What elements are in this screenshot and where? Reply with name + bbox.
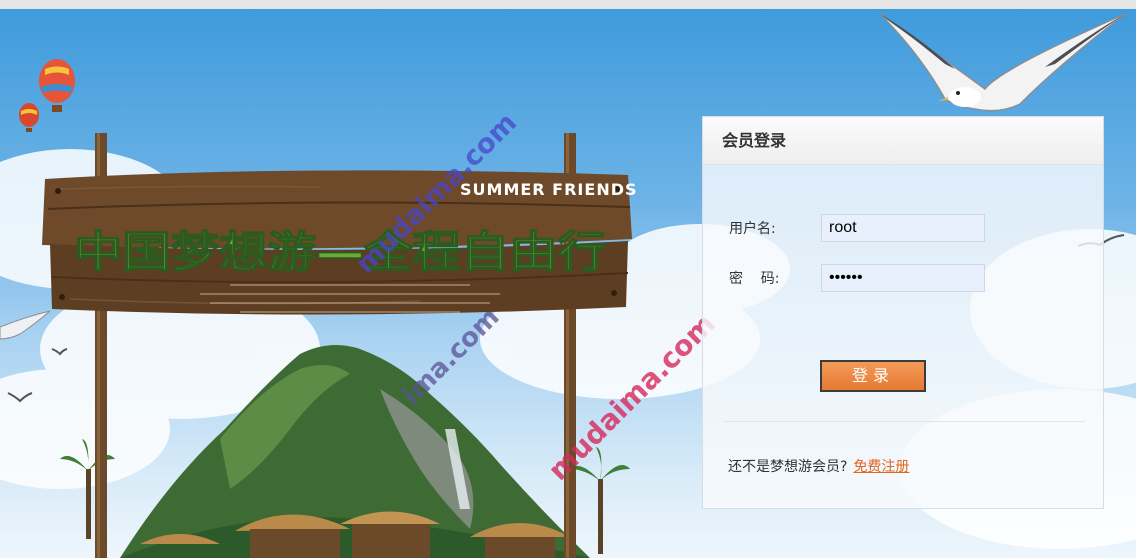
register-row: 还不是梦想游会员? 免费注册 xyxy=(728,457,909,477)
password-input[interactable] xyxy=(821,264,985,292)
register-prompt: 还不是梦想游会员? xyxy=(728,459,848,475)
sign-title: 中国梦想游—全程自由行 xyxy=(74,228,606,278)
register-link[interactable]: 免费注册 xyxy=(853,459,909,475)
username-row: 用户名: xyxy=(729,214,1089,244)
login-title: 会员登录 xyxy=(703,117,1103,165)
login-button[interactable]: 登录 xyxy=(820,360,926,392)
divider xyxy=(723,421,1085,422)
sign-subtitle: SUMMER FRIENDS xyxy=(460,180,638,199)
password-label: 密 码: xyxy=(729,271,780,287)
balloon-large xyxy=(39,59,75,112)
seagull-left xyxy=(0,310,51,340)
balloon-small xyxy=(19,103,39,132)
username-input[interactable] xyxy=(821,214,985,242)
seagull-large xyxy=(879,13,1126,112)
username-label: 用户名: xyxy=(729,221,776,237)
page: 中国梦想游—全程自由行 SUMMER FRIENDS mudaima.com i… xyxy=(0,0,1136,558)
top-bar xyxy=(0,0,1136,9)
password-row: 密 码: xyxy=(729,264,1089,294)
login-panel: 会员登录 用户名: 密 码: 登录 还不是梦想游会员? 免费注册 xyxy=(702,116,1104,509)
